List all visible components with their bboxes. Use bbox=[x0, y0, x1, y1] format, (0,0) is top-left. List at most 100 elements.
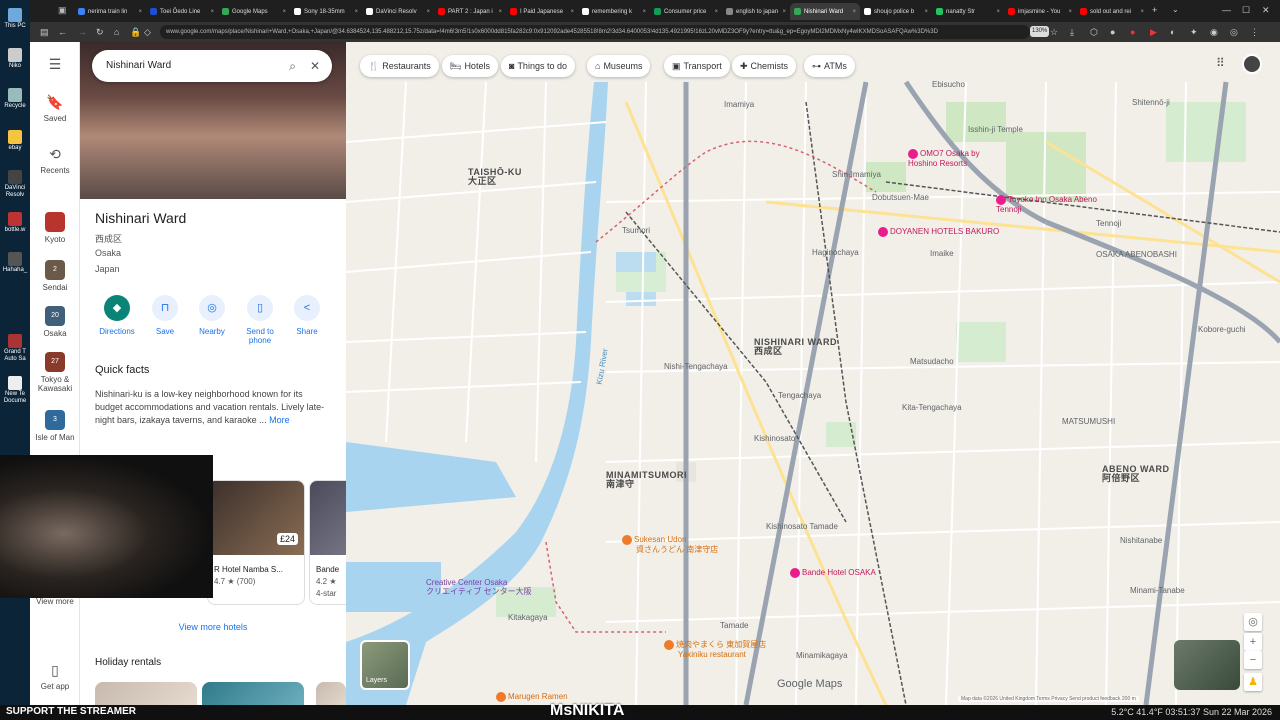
tab-shoujo-police[interactable]: shoujo police b × bbox=[860, 3, 932, 20]
star-icon[interactable]: ☆ bbox=[1050, 26, 1058, 38]
tab-remembering[interactable]: remembering k × bbox=[578, 3, 650, 20]
chip-museums[interactable]: ⌂ Museums bbox=[587, 55, 651, 77]
rental-card[interactable] bbox=[316, 682, 346, 705]
desktop-icon-new-doc[interactable]: New Te Docume bbox=[2, 376, 28, 405]
tab-davinci[interactable]: DaVinci Resolv × bbox=[362, 3, 434, 20]
my-location-button[interactable]: ◎ bbox=[1244, 613, 1262, 631]
layers-button[interactable]: Layers bbox=[360, 640, 410, 690]
puzzle-icon[interactable]: ✦ bbox=[1190, 26, 1198, 38]
desktop-icon-recycle[interactable]: Recycle bbox=[2, 88, 28, 110]
tab-nanatty[interactable]: nanatty Str × bbox=[932, 3, 1004, 20]
directions-button[interactable]: ◆ Directions bbox=[93, 295, 141, 336]
forward-icon[interactable]: → bbox=[78, 26, 87, 38]
poi-place[interactable]: Creative Center Osaka クリエイティブ センター大阪 bbox=[426, 578, 532, 596]
close-icon[interactable]: × bbox=[426, 9, 430, 15]
chip-transport[interactable]: ▣ Transport bbox=[664, 55, 730, 77]
minimize-icon[interactable]: — bbox=[1222, 4, 1231, 16]
street-view-thumbnail[interactable] bbox=[1174, 640, 1240, 690]
send-to-phone-button[interactable]: ▯ Send to phone bbox=[236, 295, 284, 345]
new-tab-icon[interactable]: + bbox=[1152, 4, 1157, 16]
menu-button[interactable]: ☰ bbox=[30, 56, 80, 76]
maximize-icon[interactable]: ☐ bbox=[1242, 4, 1250, 16]
view-more-hotels-link[interactable]: View more hotels bbox=[80, 622, 346, 632]
more-link[interactable]: More bbox=[269, 415, 290, 425]
nearby-button[interactable]: ◎ Nearby bbox=[188, 295, 236, 336]
sidebar-toggle-icon[interactable]: ▤ bbox=[40, 26, 49, 38]
close-icon[interactable]: ✕ bbox=[310, 50, 320, 82]
rail-place-kyoto[interactable]: Kyoto bbox=[30, 212, 80, 244]
share-button[interactable]: < Share bbox=[283, 295, 331, 336]
close-icon[interactable]: × bbox=[354, 9, 358, 15]
profile-icon[interactable]: ◉ bbox=[1210, 26, 1218, 38]
close-icon[interactable]: × bbox=[924, 9, 928, 15]
pegman-icon[interactable]: ♟ bbox=[1244, 673, 1262, 691]
apps-grid-icon[interactable]: ⠿ bbox=[1216, 56, 1225, 70]
close-icon[interactable]: × bbox=[996, 9, 1000, 15]
extension-icon[interactable]: ● bbox=[1110, 26, 1115, 38]
chip-hotels[interactable]: 🛏 Hotels bbox=[442, 55, 498, 77]
close-icon[interactable]: × bbox=[138, 9, 142, 15]
extension-icon[interactable]: ⬡ bbox=[1090, 26, 1098, 38]
zoom-out-button[interactable]: − bbox=[1244, 651, 1262, 669]
url-input[interactable]: www.google.com/maps/place/Nishinari+Ward… bbox=[160, 25, 1030, 39]
poi-hotel[interactable]: Bande Hotel OSAKA bbox=[790, 568, 876, 578]
tab-sony[interactable]: Sony 18-35mm × bbox=[290, 3, 362, 20]
desktop-icon-hahaha[interactable]: Hahaha_ bbox=[2, 252, 28, 274]
map-canvas[interactable]: 🍴 Restaurants 🛏 Hotels ◙ Things to do ⌂ Muse… bbox=[346, 42, 1280, 705]
search-input[interactable]: Nishinari Ward ⌕ ✕ bbox=[92, 50, 332, 82]
tab-paid-japanese[interactable]: I Paid Japanese × bbox=[506, 3, 578, 20]
poi-restaurant[interactable]: Marugen Ramen bbox=[496, 692, 568, 702]
close-icon[interactable]: × bbox=[1068, 9, 1072, 15]
save-button[interactable]: ⊓ Save bbox=[141, 295, 189, 336]
rail-place-sendai[interactable]: 2 Sendai bbox=[30, 260, 80, 292]
desktop-icon-this-pc[interactable]: This PC bbox=[2, 8, 28, 30]
chip-things-to-do[interactable]: ◙ Things to do bbox=[501, 55, 575, 77]
back-icon[interactable]: ← bbox=[58, 26, 67, 38]
search-icon[interactable]: ⌕ bbox=[289, 50, 296, 82]
close-icon[interactable]: × bbox=[714, 9, 718, 15]
extension-icon[interactable]: ◐ bbox=[1170, 26, 1175, 38]
close-icon[interactable]: × bbox=[782, 9, 786, 15]
zoom-level[interactable]: 130% bbox=[1030, 26, 1050, 37]
download-icon[interactable]: ⤓ bbox=[1070, 26, 1074, 38]
recents-button[interactable]: ⟲ Recents bbox=[30, 146, 80, 175]
tab-toei[interactable]: Toei Ōedo Line × bbox=[146, 3, 218, 20]
rental-card[interactable] bbox=[202, 682, 304, 705]
zoom-in-button[interactable]: + bbox=[1244, 633, 1262, 651]
tab-list-icon[interactable]: ▣ bbox=[58, 4, 67, 16]
rail-place-isle-of-man[interactable]: 3 Isle of Man bbox=[30, 410, 80, 442]
saved-button[interactable]: 🔖 Saved bbox=[30, 94, 80, 123]
close-icon[interactable]: × bbox=[852, 9, 856, 15]
tab-english-japan[interactable]: english to japan × bbox=[722, 3, 790, 20]
desktop-icon-gta[interactable]: Grand T Auto Sa bbox=[2, 334, 28, 363]
reload-icon[interactable]: ↻ bbox=[96, 26, 104, 38]
poi-restaurant[interactable]: 焼肉やまくら 東加賀屋店 Yakiniku restaurant bbox=[664, 640, 766, 659]
desktop-icon-bottle[interactable]: bottle.w bbox=[2, 212, 28, 234]
rail-place-osaka[interactable]: 20 Osaka bbox=[30, 306, 80, 338]
avatar[interactable] bbox=[1242, 54, 1262, 74]
extension-icon[interactable]: ● bbox=[1130, 26, 1135, 38]
poi-hotel[interactable]: DOYANEN HOTELS BAKURO bbox=[878, 227, 999, 237]
hotel-card[interactable]: £24 R Hotel Namba S... 4.7 ★ (700) bbox=[207, 480, 305, 605]
desktop-icon-niko[interactable]: Niko bbox=[2, 48, 28, 70]
poi-restaurant[interactable]: Sukesan Udon 資さんうどん 南津守店 bbox=[622, 535, 718, 554]
tab-part2-japan[interactable]: PART 2 : Japan i × bbox=[434, 3, 506, 20]
tab-nishinari-ward[interactable]: Nishinari Ward × bbox=[790, 3, 860, 20]
chip-atms[interactable]: ⊶ ATMs bbox=[804, 55, 855, 77]
tab-nerima[interactable]: nerima train lin × bbox=[74, 3, 146, 20]
rental-card[interactable] bbox=[95, 682, 197, 705]
desktop-icon-davinci[interactable]: DaVinci Resolv bbox=[2, 170, 28, 199]
tab-sold-out[interactable]: sold out and rei × bbox=[1076, 3, 1148, 20]
close-icon[interactable]: × bbox=[570, 9, 574, 15]
close-icon[interactable]: × bbox=[282, 9, 286, 15]
window-close-icon[interactable]: ✕ bbox=[1262, 4, 1270, 16]
get-app-button[interactable]: ▯ Get app bbox=[30, 662, 80, 691]
tab-imjasmine[interactable]: imjasmine - You × bbox=[1004, 3, 1076, 20]
hotel-card[interactable]: Bande 4.2 ★ 4-star bbox=[309, 480, 346, 605]
tab-consumer-price[interactable]: Consumer price × bbox=[650, 3, 722, 20]
close-icon[interactable]: × bbox=[210, 9, 214, 15]
chip-chemists[interactable]: ✚ Chemists bbox=[732, 55, 797, 77]
extension-icon[interactable]: ◎ bbox=[1230, 26, 1238, 38]
chip-restaurants[interactable]: 🍴 Restaurants bbox=[360, 55, 439, 77]
view-more-button[interactable]: View more bbox=[30, 597, 80, 606]
